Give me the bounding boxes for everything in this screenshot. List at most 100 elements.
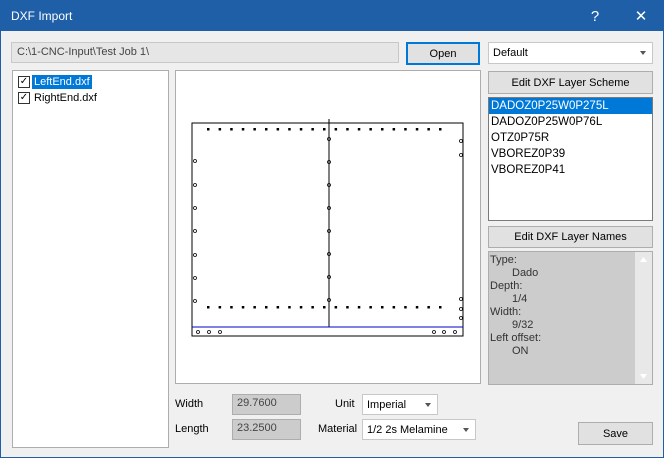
- bore-hole: [415, 128, 419, 131]
- bore-hole: [357, 306, 361, 309]
- close-icon: ✕: [634, 8, 648, 25]
- save-button-label: Save: [602, 427, 629, 440]
- bore-hole: [404, 306, 407, 309]
- bore-hole: [346, 306, 349, 309]
- checkbox-rightend[interactable]: ✓: [18, 91, 30, 104]
- save-button[interactable]: Save: [578, 422, 653, 445]
- bore-hole: [276, 128, 280, 131]
- folder-path-field: C:\1-CNC-Input\Test Job 1\: [11, 42, 399, 63]
- bore-hole: [439, 306, 442, 309]
- info-scrollbar[interactable]: [635, 252, 652, 384]
- dxf-drawing: [191, 119, 464, 337]
- bore-hole: [193, 276, 197, 280]
- bore-hole: [369, 128, 372, 131]
- bore-hole: [311, 306, 314, 309]
- bore-hole: [334, 128, 338, 131]
- bore-hole: [288, 306, 291, 309]
- left-offset-label: Left offset:: [490, 332, 542, 344]
- bore-hole: [230, 306, 233, 309]
- bore-hole: [392, 128, 396, 131]
- type-value: Dado: [512, 267, 539, 279]
- layer-info-box: Type: Dado Depth: 1/4 Width: 9/32 Left o…: [488, 251, 653, 385]
- bore-hole: [323, 128, 326, 131]
- file-item-leftend[interactable]: ✓ LeftEnd.dxf: [18, 74, 92, 89]
- width-label: Width: [175, 398, 204, 410]
- edit-layer-names-label: Edit DXF Layer Names: [514, 231, 627, 243]
- material-select-value: 1/2 2s Melamine: [367, 423, 448, 436]
- bore-hole: [207, 128, 210, 131]
- bore-hole: [334, 306, 338, 309]
- layer-item[interactable]: DADOZ0P25W0P76L: [489, 114, 652, 130]
- unit-select[interactable]: Imperial: [362, 394, 438, 415]
- bore-hole: [288, 128, 291, 131]
- bore-hole: [459, 307, 463, 311]
- file-label-leftend: LeftEnd.dxf: [32, 74, 92, 89]
- file-label-rightend: RightEnd.dxf: [34, 91, 97, 104]
- bore-hole: [218, 128, 222, 131]
- material-select[interactable]: 1/2 2s Melamine: [362, 419, 476, 440]
- bore-hole: [357, 128, 361, 131]
- scheme-select[interactable]: Default: [488, 42, 653, 64]
- bore-hole: [253, 306, 256, 309]
- bore-hole: [427, 306, 430, 309]
- bore-hole: [218, 306, 222, 309]
- bore-hole: [415, 306, 419, 309]
- width-info-value: 9/32: [512, 319, 534, 331]
- bore-hole: [459, 139, 463, 143]
- file-list[interactable]: ✓ LeftEnd.dxf ✓ RightEnd.dxf: [12, 70, 169, 448]
- bore-hole: [381, 306, 384, 309]
- bore-hole: [193, 253, 197, 257]
- layer-item[interactable]: DADOZ0P25W0P275L: [489, 98, 652, 114]
- bore-hole: [323, 306, 326, 309]
- material-label: Material: [318, 423, 358, 435]
- bore-hole: [453, 330, 457, 334]
- layer-item[interactable]: VBOREZ0P41: [489, 162, 652, 178]
- bore-hole: [196, 330, 200, 334]
- edit-layer-names-button[interactable]: Edit DXF Layer Names: [488, 226, 653, 248]
- type-label: Type:: [490, 254, 517, 266]
- bore-hole: [207, 330, 211, 334]
- bore-hole: [381, 128, 384, 131]
- bore-hole: [459, 297, 463, 301]
- unit-select-value: Imperial: [367, 398, 407, 411]
- help-icon: ?: [590, 7, 600, 25]
- checkbox-leftend[interactable]: ✓: [18, 75, 30, 88]
- scheme-select-value: Default: [493, 47, 528, 59]
- close-button[interactable]: ✕: [621, 1, 661, 31]
- bore-hole: [299, 128, 303, 131]
- bore-hole: [193, 206, 197, 210]
- chevron-down-icon: [425, 402, 431, 407]
- help-button[interactable]: ?: [575, 1, 615, 31]
- length-field: 23.2500: [232, 419, 301, 440]
- chevron-down-icon: [640, 51, 646, 55]
- width-info-label: Width:: [490, 306, 522, 318]
- bore-hole: [369, 306, 372, 309]
- bore-hole: [392, 306, 396, 309]
- bore-hole: [459, 153, 463, 157]
- file-item-rightend[interactable]: ✓ RightEnd.dxf: [18, 90, 99, 105]
- layer-item[interactable]: OTZ0P75R: [489, 130, 652, 146]
- open-button[interactable]: Open: [406, 42, 480, 65]
- bore-hole: [404, 128, 407, 131]
- bore-hole: [193, 229, 197, 233]
- bore-hole: [253, 128, 256, 131]
- bore-hole: [427, 128, 430, 131]
- title-bar: DXF Import ? ✕: [1, 1, 663, 31]
- bore-hole: [230, 128, 233, 131]
- bore-hole: [432, 330, 436, 334]
- window-title: DXF Import: [11, 9, 73, 23]
- bore-hole: [459, 316, 463, 320]
- edit-layer-scheme-button[interactable]: Edit DXF Layer Scheme: [488, 71, 653, 94]
- length-label: Length: [175, 423, 209, 435]
- depth-value: 1/4: [512, 293, 528, 305]
- bore-hole: [442, 330, 446, 334]
- open-button-label: Open: [429, 47, 457, 60]
- dxf-preview-pane: [175, 70, 481, 384]
- bore-hole: [265, 128, 268, 131]
- bore-hole: [439, 128, 442, 131]
- bore-hole: [218, 330, 222, 334]
- layer-item[interactable]: VBOREZ0P39: [489, 146, 652, 162]
- chevron-down-icon: [463, 427, 469, 432]
- unit-label: Unit: [335, 398, 355, 410]
- layer-list[interactable]: DADOZ0P25W0P275L DADOZ0P25W0P76L OTZ0P75…: [488, 97, 653, 221]
